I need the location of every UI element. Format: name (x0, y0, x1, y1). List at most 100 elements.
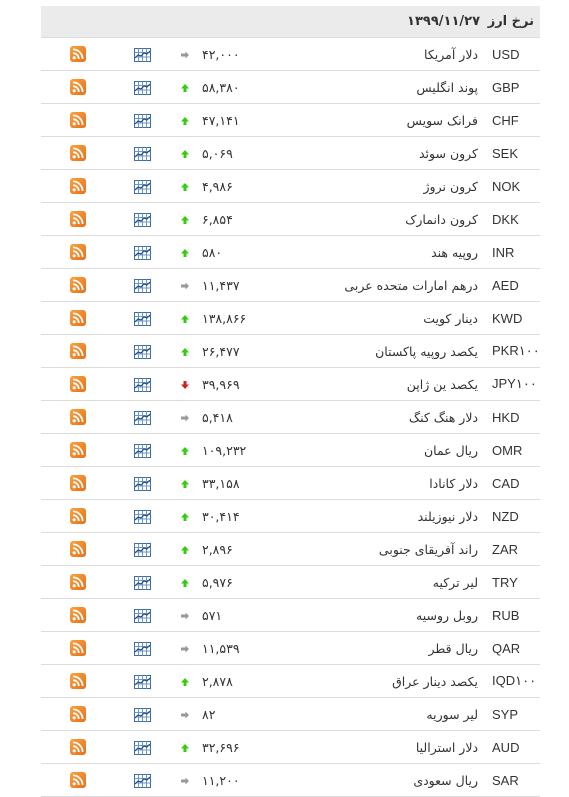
rss-link[interactable] (41, 400, 115, 434)
rss-icon[interactable] (70, 739, 86, 756)
rss-link[interactable] (41, 532, 115, 566)
rss-icon[interactable] (70, 310, 86, 327)
rss-link[interactable] (41, 763, 115, 797)
rss-link[interactable] (41, 697, 115, 731)
chart-link[interactable] (115, 235, 170, 269)
rss-link[interactable] (41, 103, 115, 137)
rss-icon[interactable] (70, 508, 86, 525)
rss-link[interactable] (41, 301, 115, 335)
rss-icon[interactable] (70, 607, 86, 624)
chart-link[interactable] (115, 697, 170, 731)
chart-icon[interactable] (134, 146, 151, 161)
rss-link[interactable] (41, 664, 115, 698)
rss-link[interactable] (41, 334, 115, 368)
rss-icon[interactable] (70, 79, 86, 96)
chart-icon[interactable] (134, 377, 151, 392)
rss-link[interactable] (41, 202, 115, 236)
rss-link[interactable] (41, 235, 115, 269)
chart-link[interactable] (115, 169, 170, 203)
rss-link[interactable] (41, 565, 115, 599)
rss-icon[interactable] (70, 145, 86, 162)
chart-link[interactable] (115, 730, 170, 764)
chart-link[interactable] (115, 37, 170, 71)
chart-icon[interactable] (134, 47, 151, 62)
chart-link[interactable] (115, 433, 170, 467)
chart-icon[interactable] (134, 212, 151, 227)
rss-link[interactable] (41, 433, 115, 467)
chart-link[interactable] (115, 499, 170, 533)
chart-link[interactable] (115, 367, 170, 401)
rss-icon[interactable] (70, 376, 86, 393)
rss-icon[interactable] (70, 112, 86, 129)
rss-icon[interactable] (70, 706, 86, 723)
currency-name: یکصد ین ژاپن (340, 367, 481, 401)
rss-link[interactable] (41, 268, 115, 302)
chart-icon[interactable] (134, 575, 151, 590)
chart-icon[interactable] (134, 707, 151, 722)
rss-icon[interactable] (70, 673, 86, 690)
chart-link[interactable] (115, 202, 170, 236)
rss-icon[interactable] (70, 772, 86, 789)
chart-link[interactable] (115, 334, 170, 368)
currency-value: ۳۹,۹۶۹ (200, 367, 341, 401)
chart-icon[interactable] (134, 443, 151, 458)
chart-icon[interactable] (134, 476, 151, 491)
chart-link[interactable] (115, 136, 170, 170)
trend-arrow-shape (181, 480, 189, 488)
rss-link[interactable] (41, 70, 115, 104)
chart-icon[interactable] (134, 80, 151, 95)
chart-link[interactable] (115, 565, 170, 599)
chart-link[interactable] (115, 301, 170, 335)
rss-link[interactable] (41, 631, 115, 665)
chart-icon[interactable] (134, 509, 151, 524)
rss-icon[interactable] (70, 442, 86, 459)
chart-icon[interactable] (134, 344, 151, 359)
chart-link[interactable] (115, 763, 170, 797)
trend-arrow-shape (181, 84, 189, 92)
rss-link[interactable] (41, 169, 115, 203)
rss-icon[interactable] (70, 46, 86, 63)
chart-icon[interactable] (134, 278, 151, 293)
chart-icon[interactable] (134, 608, 151, 623)
chart-icon[interactable] (134, 245, 151, 260)
chart-icon[interactable] (134, 113, 151, 128)
rss-link[interactable] (41, 37, 115, 71)
rss-icon[interactable] (70, 541, 86, 558)
chart-link[interactable] (115, 103, 170, 137)
rss-icon[interactable] (70, 409, 86, 426)
chart-icon[interactable] (134, 542, 151, 557)
rss-icon[interactable] (70, 574, 86, 591)
chart-link[interactable] (115, 70, 170, 104)
rss-link[interactable] (41, 136, 115, 170)
chart-link[interactable] (115, 532, 170, 566)
rss-link[interactable] (41, 598, 115, 632)
rss-icon[interactable] (70, 244, 86, 261)
rss-link[interactable] (41, 466, 115, 500)
rss-link[interactable] (41, 367, 115, 401)
rss-icon[interactable] (70, 277, 86, 294)
rss-link[interactable] (41, 499, 115, 533)
currency-code: GBP (480, 70, 541, 104)
chart-icon[interactable] (134, 674, 151, 689)
chart-link[interactable] (115, 268, 170, 302)
chart-icon[interactable] (134, 179, 151, 194)
rss-icon[interactable] (70, 475, 86, 492)
chart-link[interactable] (115, 598, 170, 632)
chart-link[interactable] (115, 466, 170, 500)
trend-cell (170, 433, 200, 467)
chart-link[interactable] (115, 400, 170, 434)
chart-link[interactable] (115, 631, 170, 665)
chart-icon[interactable] (134, 410, 151, 425)
chart-icon[interactable] (134, 773, 151, 788)
chart-icon[interactable] (134, 740, 151, 755)
currency-code: USD (480, 37, 541, 71)
chart-icon[interactable] (134, 311, 151, 326)
rss-icon[interactable] (70, 211, 86, 228)
rss-icon[interactable] (70, 640, 86, 657)
chart-link[interactable] (115, 664, 170, 698)
rss-icon[interactable] (70, 343, 86, 360)
trend-arrow-shape (181, 249, 189, 257)
rss-icon[interactable] (70, 178, 86, 195)
chart-icon[interactable] (134, 641, 151, 656)
rss-link[interactable] (41, 730, 115, 764)
